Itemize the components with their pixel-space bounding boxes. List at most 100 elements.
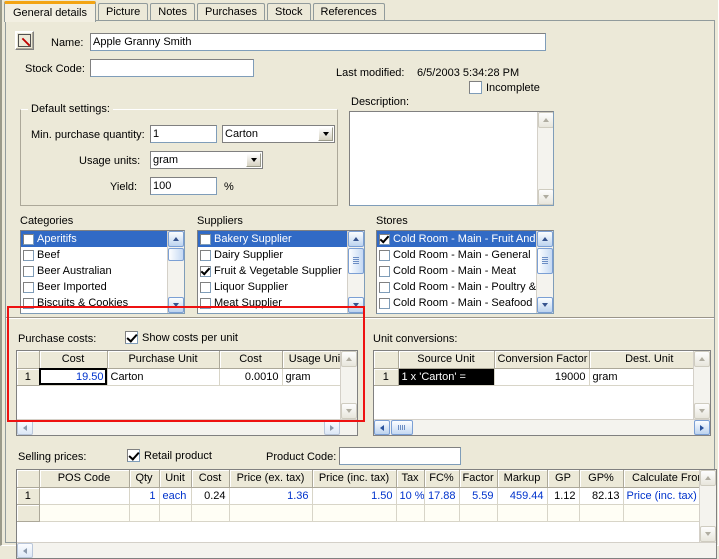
row-number[interactable]	[17, 504, 40, 522]
list-item[interactable]: Meat Supplier	[198, 295, 347, 311]
list-item[interactable]: Fruit & Vegetable Supplier	[198, 263, 347, 279]
retail-product-checkbox[interactable]: Retail product	[127, 449, 212, 462]
cell-factor[interactable]: 5.59	[459, 487, 498, 505]
categories-scrollbar[interactable]	[167, 231, 184, 313]
column-header-source-unit[interactable]: Source Unit	[398, 351, 495, 369]
column-header-factor[interactable]: Factor	[459, 470, 498, 488]
scroll-up-button[interactable]	[700, 470, 716, 486]
scroll-down-button[interactable]	[348, 297, 364, 313]
list-item[interactable]: Dairy Supplier	[198, 247, 347, 263]
scroll-left-button[interactable]	[374, 420, 390, 435]
purchase-costs-hscrollbar[interactable]	[17, 419, 357, 435]
list-item[interactable]: Aperitifs	[21, 231, 167, 247]
tab-picture[interactable]: Picture	[98, 3, 149, 21]
column-header-fc-pct[interactable]: FC%	[424, 470, 460, 488]
cell-gp[interactable]: 1.12	[547, 487, 580, 505]
scroll-thumb[interactable]	[537, 248, 553, 274]
row-number[interactable]: 1	[374, 368, 399, 386]
stores-listbox[interactable]: Cold Room - Main - Fruit And V Cold Room…	[376, 230, 554, 314]
column-header-gp[interactable]: GP	[547, 470, 580, 488]
checkbox-box[interactable]	[23, 297, 34, 309]
cell-empty[interactable]	[547, 504, 580, 522]
cell-dest-unit[interactable]: gram	[589, 368, 710, 386]
cell-cost[interactable]: 19.50	[39, 368, 108, 386]
column-header-conversion-factor[interactable]: Conversion Factor	[494, 351, 590, 369]
column-header-cost[interactable]: Cost	[191, 470, 230, 488]
row-number[interactable]: 1	[17, 368, 40, 386]
list-item[interactable]: Bakery Supplier	[198, 231, 347, 247]
scroll-up-button[interactable]	[537, 231, 553, 247]
table-row-empty[interactable]	[17, 504, 716, 522]
checkbox-box[interactable]	[379, 249, 390, 261]
edit-pencil-button[interactable]	[15, 31, 34, 50]
list-item[interactable]: Cold Room - Main - Meat	[377, 263, 536, 279]
cell-source-unit[interactable]: 1 x 'Carton' =	[398, 368, 495, 386]
scroll-left-button[interactable]	[17, 543, 33, 558]
table-row[interactable]: 1 1 each 0.24 1.36 1.50 10 % 17.88 5.59 …	[17, 487, 716, 505]
cell-conversion-factor[interactable]: 19000	[494, 368, 590, 386]
show-costs-per-unit-checkbox[interactable]: Show costs per unit	[125, 331, 238, 344]
cell-empty[interactable]	[312, 504, 397, 522]
column-header-markup[interactable]: Markup	[497, 470, 548, 488]
list-item[interactable]: Cold Room - Main - Fruit And V	[377, 231, 536, 247]
tab-general-details[interactable]: General details	[4, 1, 96, 22]
unit-conversions-hscrollbar[interactable]	[374, 419, 710, 435]
chevron-down-icon[interactable]	[318, 127, 333, 141]
scroll-thumb[interactable]	[348, 248, 364, 274]
selling-prices-vscrollbar[interactable]	[699, 470, 716, 542]
list-item[interactable]: Beer Australian	[21, 263, 167, 279]
stock-code-input[interactable]	[90, 59, 254, 77]
scroll-down-button[interactable]	[537, 297, 553, 313]
row-number[interactable]: 1	[17, 487, 40, 505]
cell-empty[interactable]	[229, 504, 313, 522]
cell-price-ex-tax[interactable]: 1.36	[229, 487, 313, 505]
list-item[interactable]: Cold Room - Main - General	[377, 247, 536, 263]
unit-conversions-grid[interactable]: Source Unit Conversion Factor Dest. Unit…	[373, 350, 711, 436]
list-item[interactable]: Liquor Supplier	[198, 279, 347, 295]
column-header-cost[interactable]: Cost	[39, 351, 108, 369]
categories-listbox[interactable]: Aperitifs Beef Beer Australian Beer Impo…	[20, 230, 185, 314]
cell-unit[interactable]: each	[159, 487, 192, 505]
cell-tax[interactable]: 10 %	[396, 487, 425, 505]
cell-purchase-unit[interactable]: Carton	[107, 368, 220, 386]
list-item[interactable]: Beef	[21, 247, 167, 263]
tab-purchases[interactable]: Purchases	[197, 3, 265, 21]
checkbox-box[interactable]	[200, 281, 211, 293]
description-textarea[interactable]	[349, 111, 554, 206]
checkbox-box[interactable]	[200, 265, 211, 277]
cell-empty[interactable]	[396, 504, 425, 522]
cell-gp-pct[interactable]: 82.13	[579, 487, 624, 505]
scroll-down-button[interactable]	[538, 189, 553, 205]
checkbox-box[interactable]	[379, 265, 390, 277]
scroll-right-button[interactable]	[324, 420, 340, 435]
cell-empty[interactable]	[497, 504, 548, 522]
list-item[interactable]: Cold Room - Main - Seafood	[377, 295, 536, 311]
tab-stock[interactable]: Stock	[266, 3, 311, 21]
column-header-cost-2[interactable]: Cost	[219, 351, 283, 369]
scroll-down-button[interactable]	[694, 403, 710, 419]
cell-empty[interactable]	[424, 504, 460, 522]
column-header-purchase-unit[interactable]: Purchase Unit	[107, 351, 220, 369]
product-code-input[interactable]	[339, 447, 461, 465]
cell-empty[interactable]	[459, 504, 498, 522]
scroll-down-button[interactable]	[168, 297, 184, 313]
cell-empty[interactable]	[39, 504, 130, 522]
column-header-price-ex-tax[interactable]: Price (ex. tax)	[229, 470, 313, 488]
purchase-costs-vscrollbar[interactable]	[340, 351, 357, 419]
scroll-up-button[interactable]	[694, 351, 710, 367]
unit-conversions-vscrollbar[interactable]	[693, 351, 710, 419]
incomplete-checkbox[interactable]: Incomplete	[469, 81, 540, 94]
checkbox-box[interactable]	[379, 281, 390, 293]
cell-empty[interactable]	[191, 504, 230, 522]
suppliers-listbox[interactable]: Bakery Supplier Dairy Supplier Fruit & V…	[197, 230, 365, 314]
scroll-up-button[interactable]	[538, 112, 553, 128]
column-header-pos-code[interactable]: POS Code	[39, 470, 130, 488]
checkbox-box[interactable]	[23, 281, 34, 293]
scroll-down-button[interactable]	[700, 526, 716, 542]
cell-cost-per-usage[interactable]: 0.0010	[219, 368, 283, 386]
cell-cost[interactable]: 0.24	[191, 487, 230, 505]
scroll-up-button[interactable]	[168, 231, 184, 247]
suppliers-scrollbar[interactable]	[347, 231, 364, 313]
cell-fc-pct[interactable]: 17.88	[424, 487, 460, 505]
list-item[interactable]: Beer Imported	[21, 279, 167, 295]
